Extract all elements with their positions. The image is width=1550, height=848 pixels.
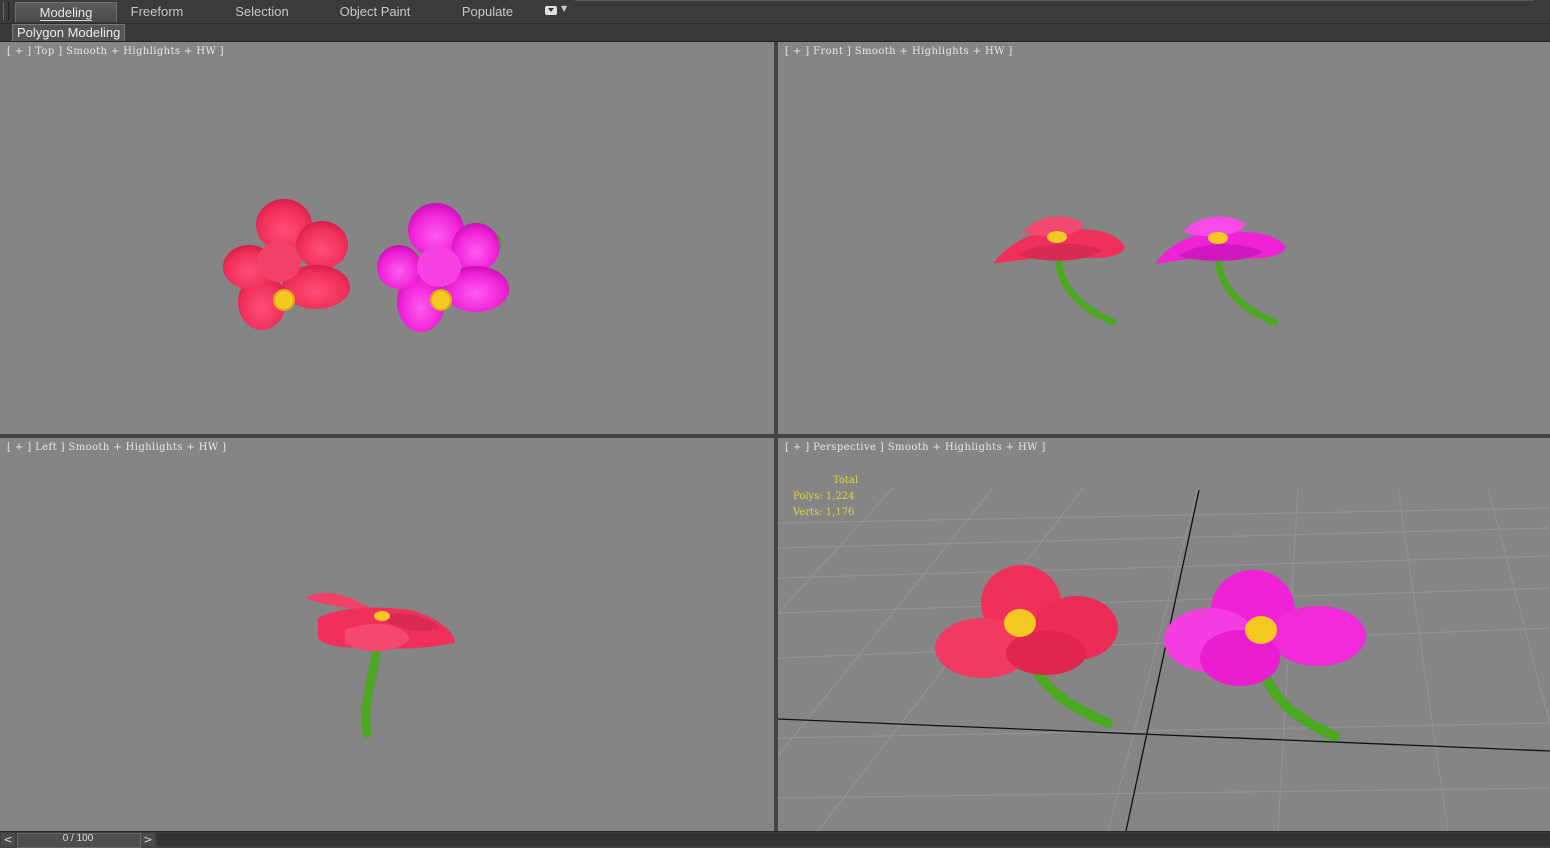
tab-populate[interactable]: Populate bbox=[450, 2, 525, 21]
time-slider-value: 0 / 100 bbox=[62, 833, 94, 844]
ribbon-grip[interactable] bbox=[3, 2, 9, 20]
flower-magenta-top-view[interactable] bbox=[377, 203, 509, 332]
time-slider-prev-button[interactable]: < bbox=[1, 833, 15, 846]
tab-object-paint[interactable]: Object Paint bbox=[330, 2, 420, 21]
viewport-top-scene bbox=[223, 199, 509, 332]
viewport-perspective-scene bbox=[778, 487, 1550, 831]
flower-red-perspective[interactable] bbox=[935, 565, 1118, 728]
home-grid bbox=[778, 487, 1550, 831]
flower-magenta-front-view[interactable] bbox=[1155, 216, 1286, 326]
ribbon-divider bbox=[575, 0, 1534, 1]
tab-modeling-label: Modeling bbox=[39, 5, 93, 21]
tab-modeling[interactable]: Modeling bbox=[15, 2, 117, 22]
timeline-area[interactable] bbox=[157, 833, 1550, 846]
tab-selection[interactable]: Selection bbox=[222, 2, 302, 21]
flower-red-front-view[interactable] bbox=[993, 216, 1125, 326]
viewport-front[interactable]: [ + ] Front ] Smooth + Highlights + HW ] bbox=[778, 42, 1550, 434]
chevron-down-icon[interactable]: ▼ bbox=[561, 4, 567, 13]
time-slider: < 0 / 100 > bbox=[0, 831, 1550, 848]
viewport-top[interactable]: [ + ] Top ] Smooth + Highlights + HW ] bbox=[0, 42, 774, 434]
ribbon-panel-bar: Polygon Modeling bbox=[0, 24, 1550, 42]
viewport-front-scene bbox=[993, 216, 1286, 326]
viewport-perspective[interactable]: [ + ] Perspective ] Smooth + Highlights … bbox=[778, 438, 1550, 831]
viewport-left[interactable]: [ + ] Left ] Smooth + Highlights + HW ] bbox=[0, 438, 774, 831]
flower-red-top-view[interactable] bbox=[223, 199, 350, 330]
tab-freeform[interactable]: Freeform bbox=[117, 2, 197, 21]
panel-toggle-icon[interactable] bbox=[545, 6, 557, 15]
polygon-modeling-panel-tab[interactable]: Polygon Modeling bbox=[12, 24, 126, 41]
time-slider-next-button[interactable]: > bbox=[141, 833, 155, 846]
flower-red-left-view[interactable] bbox=[306, 592, 455, 738]
viewport-left-scene bbox=[306, 592, 455, 738]
ribbon-tabs-bar: Modeling Freeform Selection Object Paint… bbox=[0, 0, 1550, 24]
